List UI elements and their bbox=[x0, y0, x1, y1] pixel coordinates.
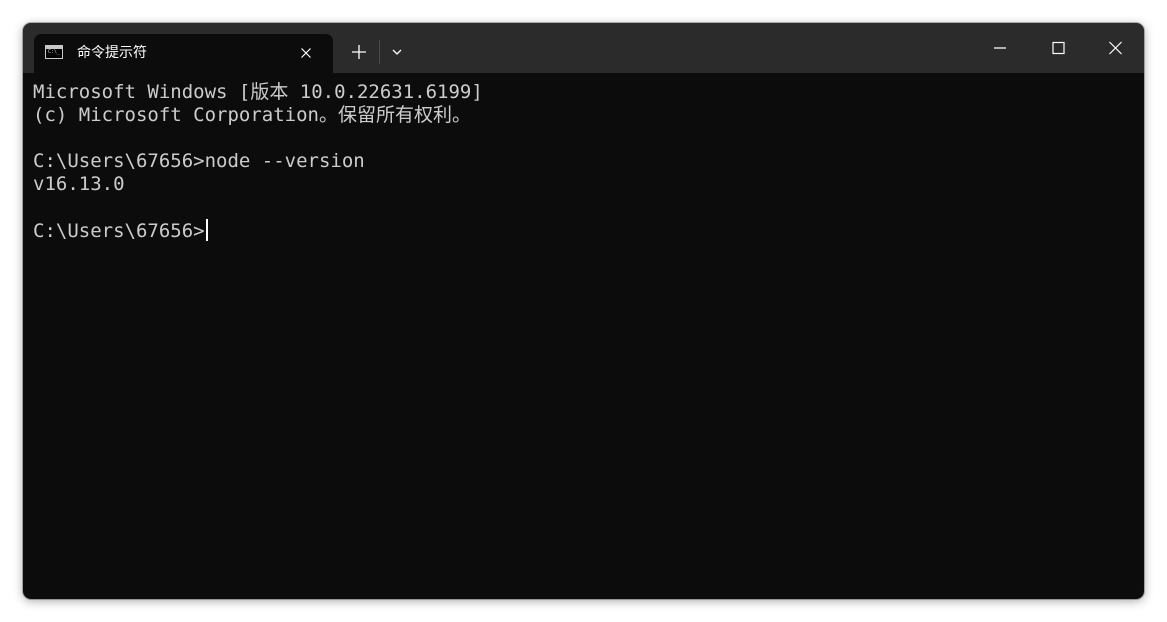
plus-icon[interactable] bbox=[349, 42, 369, 62]
tab-title: 命令提示符 bbox=[77, 45, 147, 61]
output-line: Microsoft Windows [版本 10.0.22631.6199] bbox=[33, 81, 483, 103]
close-tab-icon[interactable] bbox=[298, 45, 314, 61]
output-line: (c) Microsoft Corporation。保留所有权利。 bbox=[33, 104, 471, 126]
terminal-window: C:\_ 命令提示符 Microsoft Windows [版本 10.0.22… bbox=[23, 23, 1144, 599]
output-line: v16.13.0 bbox=[33, 173, 125, 195]
chevron-down-icon[interactable] bbox=[389, 44, 405, 60]
prompt-text: C:\Users\67656> bbox=[33, 220, 205, 242]
close-icon[interactable] bbox=[1096, 37, 1134, 59]
tab-separator bbox=[379, 40, 380, 64]
text-cursor bbox=[205, 219, 208, 241]
terminal-output[interactable]: Microsoft Windows [版本 10.0.22631.6199] (… bbox=[33, 81, 1133, 591]
tab-command-prompt[interactable]: C:\_ 命令提示符 bbox=[34, 34, 333, 73]
minimize-icon[interactable] bbox=[981, 37, 1019, 59]
title-bar[interactable]: C:\_ 命令提示符 bbox=[23, 23, 1144, 73]
command-prompt-icon: C:\_ bbox=[45, 45, 63, 59]
output-line: C:\Users\67656>node --version bbox=[33, 150, 365, 172]
maximize-icon[interactable] bbox=[1039, 37, 1077, 59]
prompt-line[interactable]: C:\Users\67656> bbox=[33, 219, 1133, 242]
